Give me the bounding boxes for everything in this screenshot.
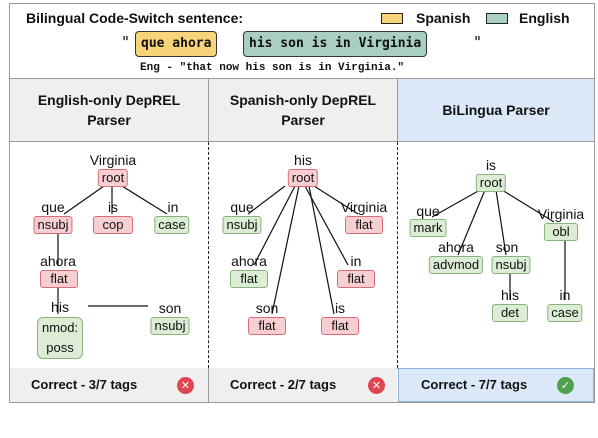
tag-root: root [475, 174, 507, 192]
tag-root: root [287, 169, 319, 187]
tag-flat: flat [40, 270, 78, 288]
tag-nsubj: nsubj [150, 317, 190, 335]
tag-flat: flat [248, 317, 286, 335]
word-in: in [167, 199, 179, 215]
word-ahora: ahora [40, 253, 76, 269]
tag-obl: obl [544, 223, 578, 241]
word-que: que [41, 199, 65, 215]
tag-flat: flat [230, 270, 268, 288]
word-virginia: Virginia [89, 152, 137, 168]
word-his: his [294, 152, 312, 168]
word-is: is [107, 199, 119, 215]
tag-cop: cop [93, 216, 133, 234]
tag-flat: flat [337, 270, 375, 288]
tag-det: det [492, 304, 528, 322]
tag-mark: mark [409, 219, 447, 237]
word-his: his [501, 287, 519, 303]
tag-nsubj: nsubj [491, 256, 531, 274]
tag-case: case [154, 216, 190, 234]
edge [63, 185, 105, 215]
word-son: son [255, 300, 279, 316]
word-in: in [350, 253, 362, 269]
word-is: is [485, 157, 497, 173]
tag-nsubj: nsubj [33, 216, 73, 234]
tag-nmod-poss: nmod: poss [37, 317, 83, 359]
edge [308, 185, 335, 315]
word-his: his [51, 299, 69, 315]
word-virginia: Virginia [340, 199, 388, 215]
edge [121, 185, 168, 215]
tag-flat: flat [345, 216, 383, 234]
word-que: que [230, 199, 254, 215]
word-ahora: ahora [231, 253, 267, 269]
word-is: is [334, 300, 346, 316]
word-ahora: ahora [438, 239, 474, 255]
tag-case: case [547, 304, 583, 322]
tag-flat: flat [321, 317, 359, 335]
word-virginia: Virginia [537, 206, 585, 222]
word-son: son [158, 300, 182, 316]
tag-advmod: advmod [428, 256, 484, 274]
word-que: que [416, 203, 440, 219]
tag-nsubj: nsubj [222, 216, 262, 234]
tag-root: root [97, 169, 129, 187]
tree-edges [57, 185, 566, 315]
word-in: in [559, 287, 571, 303]
word-son: son [495, 239, 519, 255]
